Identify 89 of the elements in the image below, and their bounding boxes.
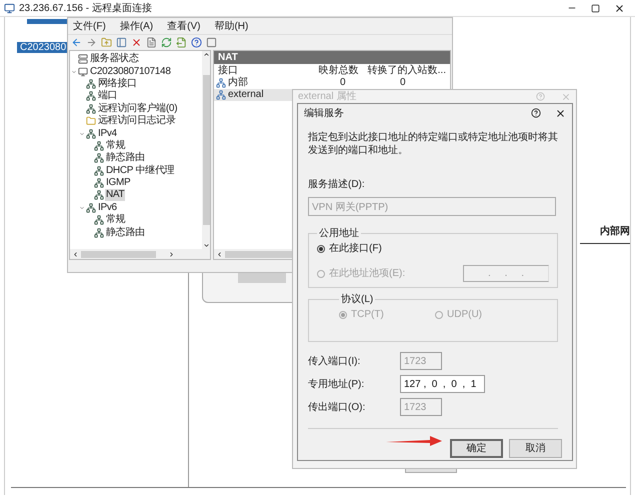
vertical-scrollbar[interactable] <box>202 51 210 249</box>
interface-icon <box>216 78 226 88</box>
network-icon <box>86 91 96 102</box>
field-label: 传入端口(I): <box>308 354 362 368</box>
network-icon <box>94 228 104 238</box>
tree-item[interactable]: IGMP <box>105 177 132 190</box>
radio-label: 在此地址池项(E): <box>329 266 406 281</box>
scroll-down-icon[interactable] <box>202 242 210 249</box>
radio-label: UDP(U) <box>447 308 482 322</box>
network-icon <box>86 104 96 114</box>
network-icon <box>94 166 104 176</box>
panel-icon[interactable] <box>116 37 127 48</box>
help-icon[interactable] <box>531 108 541 118</box>
field-label: 服务描述(D): <box>308 178 366 192</box>
back-icon[interactable] <box>71 37 82 48</box>
dialog-button[interactable]: 取消 <box>509 439 562 458</box>
refresh-icon[interactable] <box>161 37 172 48</box>
description-text: 指定包到达此接口地址的特定端口或特定地址池项时将其发送到的端口和地址。 <box>308 131 558 157</box>
table-cell: 内部 <box>228 77 248 89</box>
tree-item[interactable]: 常规 <box>105 140 126 152</box>
remote-desktop-icon <box>4 2 15 14</box>
tree-item[interactable]: IPv6 <box>97 202 118 214</box>
server-icon <box>78 54 88 64</box>
network-icon <box>94 178 104 188</box>
horizontal-scrollbar[interactable] <box>70 249 210 259</box>
export-icon[interactable] <box>176 37 187 48</box>
menu-item[interactable]: 查看(V) <box>167 18 200 34</box>
dialog-title: external 属性 <box>298 90 356 104</box>
computer-icon <box>78 66 88 77</box>
table-cell: external <box>228 89 264 101</box>
scroll-left-icon[interactable] <box>216 250 223 258</box>
column-header[interactable]: 映射总数 <box>318 63 368 78</box>
network-icon <box>86 128 96 139</box>
group-title: 协议(L) <box>340 292 374 307</box>
table-cell: 0 <box>400 77 406 89</box>
menu-item[interactable]: 操作(A) <box>120 18 154 34</box>
tree-item[interactable]: 静态路由 <box>105 152 146 164</box>
field-label: 传出端口(O): <box>308 400 366 414</box>
forward-icon[interactable] <box>86 37 97 48</box>
field-label: 专用地址(P): <box>308 378 366 392</box>
dialog-button[interactable]: 确定 <box>450 439 503 458</box>
tree-item[interactable]: NAT <box>105 189 126 202</box>
tree-item[interactable]: 常规 <box>105 214 126 226</box>
group-title: 公用地址 <box>318 226 360 241</box>
scroll-right-icon[interactable] <box>168 250 175 258</box>
network-icon <box>94 190 104 200</box>
tree-item[interactable]: 远程访问日志记录 <box>97 115 177 128</box>
tree-item[interactable]: IPv4 <box>97 128 118 140</box>
tree-item[interactable]: 静态路由 <box>105 226 146 239</box>
maximize-icon[interactable] <box>591 4 600 12</box>
network-icon <box>86 78 96 89</box>
network-icon <box>94 140 104 151</box>
interface-icon <box>216 90 226 100</box>
collapse-icon[interactable] <box>71 68 77 75</box>
close-icon[interactable] <box>555 108 566 118</box>
tree-item[interactable]: 端口 <box>97 90 118 102</box>
tree-item[interactable]: 网络接口 <box>97 78 138 90</box>
tree-item[interactable]: 远程访问客户端(0) <box>97 102 178 115</box>
folder-up-icon[interactable] <box>101 37 112 48</box>
menu-item[interactable]: 文件(F) <box>73 18 106 34</box>
radio-label: TCP(T) <box>351 308 384 322</box>
close-icon[interactable] <box>614 2 625 14</box>
collapse-icon[interactable] <box>79 130 85 137</box>
document-icon[interactable] <box>146 37 157 48</box>
tree-item[interactable]: DHCP 中继代理 <box>105 164 176 177</box>
folder-icon <box>86 116 96 126</box>
list-row[interactable]: 内部 0 0 <box>214 77 450 89</box>
collapse-icon[interactable] <box>79 204 85 211</box>
network-icon <box>94 215 104 226</box>
scroll-up-icon[interactable] <box>202 51 210 58</box>
network-icon <box>86 202 96 213</box>
delete-icon[interactable] <box>131 37 142 48</box>
column-header[interactable]: 转换了的入站数... <box>368 63 446 78</box>
pane-header: NAT <box>214 51 450 64</box>
window-title: 23.236.67.156 - 远程桌面连接 <box>19 2 152 16</box>
tree-item[interactable]: 服务器状态 <box>89 53 140 66</box>
tree-item[interactable]: C20230807107148 <box>89 66 172 78</box>
table-cell-text: 0 <box>340 77 347 89</box>
column-header[interactable]: 接口 <box>218 63 318 78</box>
network-icon <box>94 153 104 164</box>
dialog-title: 编辑服务 <box>304 106 344 120</box>
radio-button[interactable] <box>317 244 325 252</box>
scroll-left-icon[interactable] <box>72 250 79 258</box>
port-field[interactable]: 127 , 0 , 0 , 1 <box>400 375 485 393</box>
tree-item[interactable]: C2023080 <box>17 42 68 53</box>
tab-label[interactable]: 内部网 <box>580 224 630 244</box>
radio-label: 在此接口(F) <box>329 242 382 256</box>
console-icon[interactable] <box>206 37 217 48</box>
menu-item[interactable]: 帮助(H) <box>214 18 248 34</box>
